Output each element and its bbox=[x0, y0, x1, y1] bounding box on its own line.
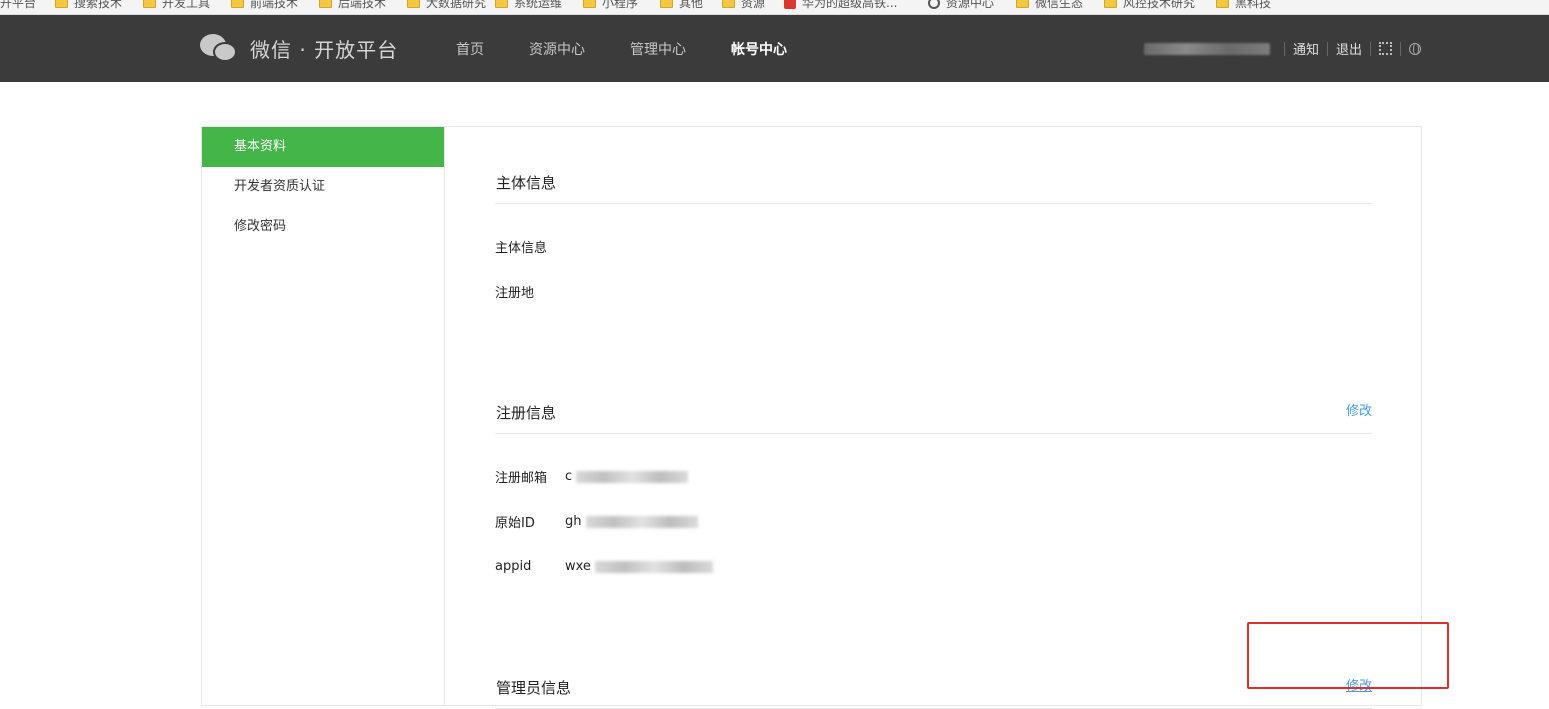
nav-account-center[interactable]: 帐号中心 bbox=[731, 39, 787, 59]
redacted-value bbox=[576, 470, 689, 483]
section-title: 主体信息 bbox=[496, 174, 557, 192]
bookmark-label: 资源 bbox=[741, 0, 766, 10]
bookmark-item[interactable]: 系统运维 bbox=[495, 0, 562, 11]
row-value: gh bbox=[565, 514, 698, 529]
folder-icon bbox=[1216, 0, 1229, 8]
folder-icon bbox=[55, 0, 68, 8]
red-favicon-icon bbox=[784, 0, 796, 9]
row-label: 注册邮箱 bbox=[495, 471, 548, 486]
section-admin-header: 管理员信息 修改 bbox=[495, 589, 1372, 709]
bookmark-item[interactable]: 大数据研究 bbox=[407, 0, 486, 11]
value-prefix: gh bbox=[565, 514, 582, 529]
divider bbox=[1326, 41, 1328, 56]
folder-icon bbox=[583, 0, 596, 8]
redacted-value bbox=[585, 515, 698, 528]
info-row: 注册地 bbox=[495, 269, 1372, 314]
bookmark-label: 大数据研究 bbox=[426, 0, 487, 10]
sidebar-item-developer-certification[interactable]: 开发者资质认证 bbox=[202, 167, 444, 207]
wechat-logo-icon bbox=[200, 32, 238, 64]
bookmark-label: 搜索技术 bbox=[74, 0, 123, 10]
folder-icon bbox=[143, 0, 156, 8]
account-panel: 基本资料 开发者资质认证 修改密码 主体信息 主体信息 注册地 注册信息 修改 … bbox=[201, 126, 1422, 709]
nav-management-center[interactable]: 管理中心 bbox=[630, 39, 686, 59]
divider bbox=[1400, 41, 1401, 56]
folder-icon bbox=[319, 0, 332, 8]
edit-admin-link[interactable]: 修改 bbox=[1346, 675, 1372, 694]
value-prefix: c bbox=[565, 469, 573, 484]
bookmark-item[interactable]: 资源 bbox=[722, 0, 765, 11]
sidebar: 基本资料 开发者资质认证 修改密码 bbox=[202, 127, 445, 705]
divider bbox=[1370, 41, 1371, 56]
bookmark-label: 华为的超级高铁... bbox=[802, 0, 898, 10]
bookmark-label: 开平台 bbox=[0, 0, 37, 10]
bookmark-item[interactable]: 开平台 bbox=[0, 0, 36, 11]
notify-link[interactable]: 通知 bbox=[1293, 39, 1319, 58]
section-title: 管理员信息 bbox=[496, 679, 572, 697]
bookmark-item[interactable]: 资源中心 bbox=[928, 0, 994, 11]
bookmark-item[interactable]: 小程序 bbox=[583, 0, 638, 11]
globe-icon bbox=[928, 0, 940, 9]
row-label: 主体信息 bbox=[495, 241, 548, 256]
folder-icon bbox=[1016, 0, 1029, 8]
bookmark-label: 微信生态 bbox=[1035, 0, 1084, 10]
row-value: c bbox=[565, 469, 689, 484]
info-row: 注册邮箱 c bbox=[495, 454, 1372, 499]
content-area: 主体信息 主体信息 注册地 注册信息 修改 注册邮箱 c 原始ID gh app… bbox=[495, 127, 1372, 709]
folder-icon bbox=[407, 0, 420, 8]
main-nav: 首页 资源中心 管理中心 帐号中心 bbox=[456, 15, 832, 82]
bookmark-item[interactable]: 搜索技术 bbox=[55, 0, 122, 11]
bookmark-label: 开发工具 bbox=[162, 0, 211, 10]
user-area: 通知 退出 bbox=[1143, 15, 1421, 82]
sidebar-item-change-password[interactable]: 修改密码 bbox=[202, 207, 444, 247]
sidebar-item-basic-info[interactable]: 基本资料 bbox=[202, 127, 444, 167]
folder-icon bbox=[660, 0, 673, 8]
bookmark-item[interactable]: 前端技术 bbox=[231, 0, 298, 11]
bookmark-label: 资源中心 bbox=[946, 0, 995, 10]
folder-icon bbox=[722, 0, 735, 8]
info-row: 主体信息 bbox=[495, 224, 1372, 269]
bookmark-label: 风控技术研究 bbox=[1123, 0, 1196, 10]
qrcode-icon[interactable] bbox=[1379, 42, 1392, 55]
section-subject-header: 主体信息 bbox=[495, 127, 1372, 204]
bookmark-item[interactable]: 风控技术研究 bbox=[1104, 0, 1195, 11]
bookmark-label: 其他 bbox=[679, 0, 704, 10]
user-email-redacted[interactable] bbox=[1143, 42, 1270, 55]
redacted-value bbox=[594, 560, 713, 573]
info-row: 原始ID gh bbox=[495, 499, 1372, 544]
nav-resource-center[interactable]: 资源中心 bbox=[529, 39, 585, 59]
logout-link[interactable]: 退出 bbox=[1336, 39, 1362, 58]
info-row: appid wxe bbox=[495, 544, 1372, 589]
edit-registration-link[interactable]: 修改 bbox=[1346, 400, 1372, 419]
bookmark-label: 后端技术 bbox=[338, 0, 387, 10]
language-globe-icon[interactable] bbox=[1409, 42, 1421, 55]
row-label: 原始ID bbox=[495, 516, 535, 531]
bookmark-item[interactable]: 华为的超级高铁... bbox=[784, 0, 897, 11]
bookmark-label: 黑科技 bbox=[1235, 0, 1272, 10]
nav-home[interactable]: 首页 bbox=[456, 39, 484, 59]
folder-icon bbox=[231, 0, 244, 8]
row-value: wxe bbox=[565, 559, 713, 574]
value-prefix: wxe bbox=[565, 559, 591, 574]
bookmark-label: 小程序 bbox=[602, 0, 639, 10]
top-navbar: 微信 · 开放平台 首页 资源中心 管理中心 帐号中心 通知 退出 bbox=[0, 15, 1549, 82]
logo-text: 微信 · 开放平台 bbox=[250, 37, 399, 62]
row-label: 注册地 bbox=[495, 286, 535, 301]
bookmark-label: 前端技术 bbox=[250, 0, 299, 10]
section-registration-header: 注册信息 修改 bbox=[495, 314, 1372, 434]
bookmark-item[interactable]: 开发工具 bbox=[143, 0, 210, 11]
section-title: 注册信息 bbox=[496, 404, 557, 422]
bookmark-item[interactable]: 微信生态 bbox=[1016, 0, 1083, 11]
folder-icon bbox=[1104, 0, 1117, 8]
bookmark-label: 系统运维 bbox=[514, 0, 563, 10]
divider bbox=[1283, 41, 1285, 56]
row-label: appid bbox=[495, 559, 532, 574]
site-logo[interactable]: 微信 · 开放平台 bbox=[200, 32, 398, 64]
bookmark-item[interactable]: 其他 bbox=[660, 0, 703, 11]
bookmark-item[interactable]: 后端技术 bbox=[319, 0, 386, 11]
bookmarks-bar: 开平台 搜索技术 开发工具 前端技术 后端技术 大数据研究 系统运维 小程序 其… bbox=[0, 0, 1549, 15]
folder-icon bbox=[495, 0, 508, 8]
bookmark-item[interactable]: 黑科技 bbox=[1216, 0, 1271, 11]
